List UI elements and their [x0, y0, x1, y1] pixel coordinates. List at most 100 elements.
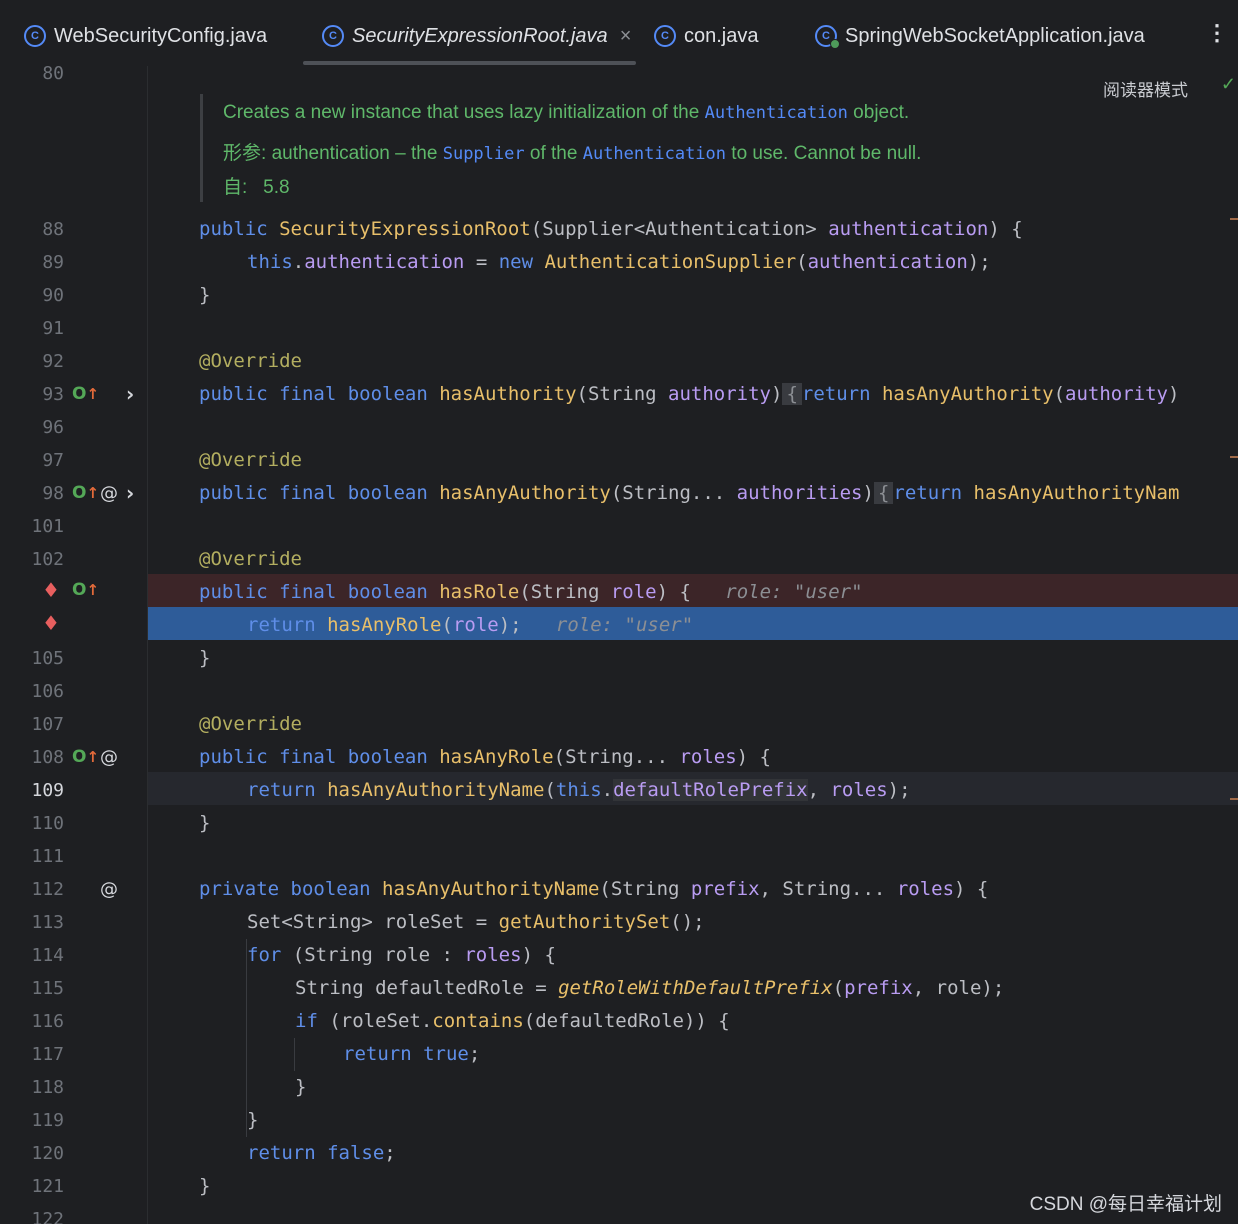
line-number: 107	[31, 714, 64, 735]
token: return	[247, 779, 316, 801]
tab-springwebsocketapplication[interactable]: C SpringWebSocketApplication.java	[815, 18, 1145, 54]
close-icon[interactable]: ×	[620, 25, 632, 48]
line-number: 121	[31, 1176, 64, 1197]
overrides-method-icon[interactable]: O↑	[72, 574, 99, 607]
code-line[interactable]: public final boolean hasAnyAuthority(Str…	[199, 477, 1179, 510]
code-line[interactable]: this.authentication = new Authentication…	[247, 246, 991, 279]
expand-fold-icon[interactable]: ›	[126, 378, 134, 411]
run-badge-icon	[830, 39, 840, 49]
line-number: 97	[42, 450, 64, 471]
annotation-at-icon[interactable]: @	[100, 873, 118, 906]
breakpoint-icon[interactable]: ♦	[42, 574, 60, 607]
line-number: 122	[31, 1209, 64, 1224]
code-line[interactable]: @Override	[199, 444, 302, 477]
doc-code[interactable]: Authentication	[583, 144, 726, 164]
token: (Supplier<Authentication>	[530, 218, 829, 240]
code-line[interactable]: }	[295, 1071, 306, 1104]
code-line[interactable]: @Override	[199, 543, 302, 576]
token: return	[801, 383, 871, 405]
code-line[interactable]: private boolean hasAnyAuthorityName(Stri…	[199, 873, 988, 906]
token: for	[247, 944, 282, 966]
doc-code[interactable]: Authentication	[705, 103, 848, 123]
code-line[interactable]: return true;	[343, 1038, 480, 1071]
token: authentication	[304, 251, 465, 273]
token: ) {	[988, 218, 1023, 240]
breakpoint-icon[interactable]: ♦	[42, 607, 60, 640]
doc-text: – the	[389, 143, 443, 164]
code-line-breakpoint[interactable]: public final boolean hasRole(String role…	[199, 576, 863, 609]
tab-securityexpressionroot[interactable]: C SecurityExpressionRoot.java ×	[322, 18, 631, 54]
line-number: 91	[42, 318, 64, 339]
tab-label: con.java	[684, 24, 759, 47]
token: (String...	[610, 482, 737, 504]
inline-debug-value: role: "user"	[555, 614, 694, 636]
code-editor[interactable]: 80 88 89 90 91 92 93 96 97 98 101 102 10…	[0, 63, 1238, 1224]
code-line[interactable]: public SecurityExpressionRoot(Supplier<A…	[199, 213, 1023, 246]
code-line[interactable]: public final boolean hasAnyRole(String..…	[199, 741, 771, 774]
token: =	[464, 251, 499, 273]
token: private boolean	[199, 878, 371, 900]
token: ) {	[656, 581, 691, 603]
tab-con[interactable]: C con.java	[654, 18, 759, 54]
code-line[interactable]: }	[199, 279, 210, 312]
annotation-at-icon[interactable]: @	[100, 741, 118, 774]
code-line[interactable]: if (roleSet.contains(defaultedRole)) {	[295, 1005, 730, 1038]
line-number: 93	[42, 384, 64, 405]
doc-code[interactable]: Supplier	[443, 144, 525, 164]
code-line[interactable]: Set<String> roleSet = getAuthoritySet();	[247, 906, 705, 939]
line-number: 118	[31, 1077, 64, 1098]
line-number: 120	[31, 1143, 64, 1164]
token: (	[832, 977, 845, 999]
code-line[interactable]: return false;	[247, 1137, 396, 1170]
scrollbar-marker[interactable]	[1230, 456, 1238, 458]
token: , String...	[759, 878, 897, 900]
annotation-at-icon[interactable]: @	[100, 477, 118, 510]
code-line[interactable]: }	[199, 642, 210, 675]
token: getRoleWithDefaultPrefix	[558, 977, 833, 999]
folded-region[interactable]: {	[782, 383, 802, 405]
code-line[interactable]: }	[199, 1170, 210, 1203]
overrides-method-icon[interactable]: O↑	[72, 378, 99, 411]
inline-debug-value: role: "user"	[725, 581, 863, 603]
token: (String role :	[281, 944, 465, 966]
overrides-method-icon[interactable]: O↑	[72, 741, 99, 774]
arrow-up-icon: ↑	[86, 385, 100, 403]
overrides-method-icon[interactable]: O↑	[72, 477, 99, 510]
code-line[interactable]: @Override	[199, 345, 302, 378]
more-tabs-icon[interactable]: ⋮	[1206, 20, 1228, 46]
code-line[interactable]: @Override	[199, 708, 302, 741]
token: roles	[830, 779, 888, 801]
token: (	[1053, 383, 1066, 405]
token: hasAnyRole	[439, 746, 554, 768]
code-line[interactable]: String defaultedRole = getRoleWithDefaul…	[295, 972, 1004, 1005]
token: (	[796, 251, 808, 273]
scrollbar-marker[interactable]	[1230, 798, 1238, 800]
code-line[interactable]: }	[247, 1104, 258, 1137]
line-number: 112	[31, 879, 64, 900]
override-letter: O	[72, 384, 87, 404]
folded-region[interactable]: {	[873, 482, 894, 504]
token: ) {	[954, 878, 989, 900]
token: hasAnyRole	[327, 614, 442, 636]
token: );	[887, 779, 911, 801]
token: (String...	[553, 746, 680, 768]
code-line-execution[interactable]: return hasAnyRole(role); role: "user"	[247, 609, 693, 642]
token: )	[1167, 383, 1180, 405]
tab-label: WebSecurityConfig.java	[54, 24, 268, 47]
doc-text: object.	[847, 102, 910, 123]
token: SecurityExpressionRoot	[279, 218, 531, 240]
tab-websecurityconfig[interactable]: C WebSecurityConfig.java	[24, 18, 267, 54]
line-number: 117	[31, 1044, 64, 1065]
scrollbar-marker[interactable]	[1230, 218, 1238, 220]
code-line-current[interactable]: return hasAnyAuthorityName(this.defaultR…	[247, 774, 911, 807]
arrow-up-icon: ↑	[86, 581, 100, 599]
expand-fold-icon[interactable]: ›	[126, 477, 134, 510]
code-line[interactable]: }	[199, 807, 210, 840]
token: );	[967, 251, 991, 273]
code-line[interactable]: public final boolean hasAuthority(String…	[199, 378, 1179, 411]
code-line[interactable]: for (String role : roles) {	[247, 939, 556, 972]
class-icon-letter: C	[822, 30, 830, 42]
doc-since-value: 5.8	[263, 177, 290, 198]
token: (	[441, 614, 453, 636]
line-number: 88	[42, 219, 64, 240]
